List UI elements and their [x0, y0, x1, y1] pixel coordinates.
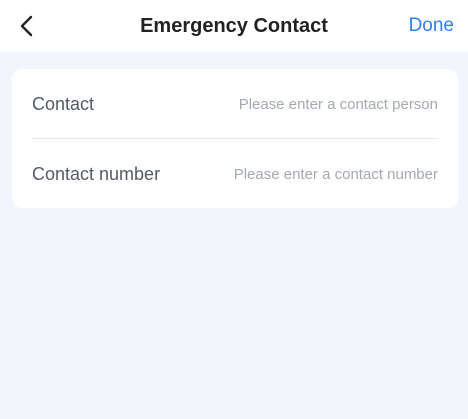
- contact-row: Contact: [32, 69, 438, 139]
- top-bar: Emergency Contact Done: [0, 0, 468, 52]
- contact-input[interactable]: [188, 95, 438, 113]
- contact-form-card: Contact Contact number: [12, 69, 458, 208]
- done-button[interactable]: Done: [409, 12, 454, 40]
- contact-number-label: Contact number: [32, 163, 161, 184]
- contact-number-input[interactable]: [188, 165, 438, 183]
- page-title: Emergency Contact: [140, 15, 328, 37]
- contact-number-row: Contact number: [32, 139, 438, 209]
- contact-label: Contact: [32, 93, 95, 114]
